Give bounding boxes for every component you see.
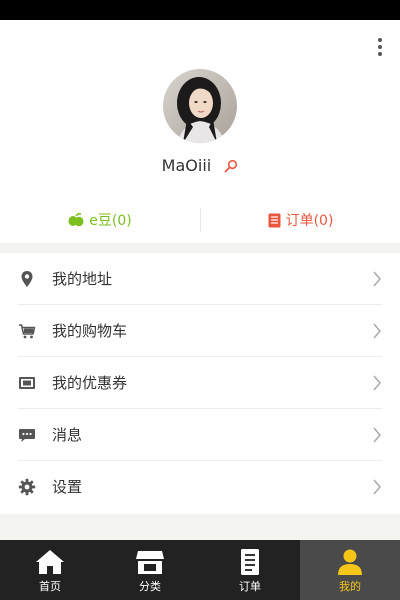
more-options-button[interactable] [372,36,388,58]
more-dot [378,52,382,56]
menu-item-label: 消息 [52,426,83,444]
tab-orders[interactable]: 订单 [200,540,300,600]
avatar[interactable] [163,69,237,143]
menu-item-cart[interactable]: 我的购物车 [0,305,400,357]
coupon-icon [19,377,35,389]
order-list-icon [268,213,281,227]
tab-label: 我的 [339,580,361,593]
username-row: MaOiii [0,154,400,178]
avatar-photo [163,69,237,143]
menu-item-label: 设置 [52,478,83,496]
home-icon [36,550,64,574]
tab-label: 订单 [239,580,261,593]
beans-button[interactable]: e豆(0) [0,204,200,236]
chevron-right-icon [373,375,381,391]
bottom-tab-bar: 首页 分类 订单 我的 [0,540,400,600]
location-pin-icon [21,271,33,287]
chevron-right-icon [373,479,381,495]
edit-search-icon[interactable] [224,159,238,173]
menu-item-coupons[interactable]: 我的优惠券 [0,357,400,409]
menu-item-settings[interactable]: 设置 [0,461,400,513]
cart-icon [19,324,36,339]
gear-icon [18,478,36,496]
tab-label: 分类 [139,580,161,593]
beans-label: e豆(0) [89,213,132,229]
orders-button[interactable]: 订单(0) [201,204,400,236]
tab-me[interactable]: 我的 [300,540,400,600]
chevron-right-icon [373,427,381,443]
menu-item-label: 我的优惠券 [52,374,128,392]
store-icon [136,551,164,574]
tab-home[interactable]: 首页 [0,540,100,600]
chevron-right-icon [373,323,381,339]
stats-row: e豆(0) 订单(0) [0,204,400,236]
document-icon [241,549,259,575]
menu-item-label: 我的购物车 [52,322,128,340]
more-dot [378,45,382,49]
bean-icon [68,213,84,227]
orders-label: 订单(0) [285,213,334,229]
status-bar [0,0,400,20]
menu-item-address[interactable]: 我的地址 [0,253,400,305]
message-icon [19,429,35,442]
more-dot [378,38,382,42]
tab-label: 首页 [39,580,61,593]
username: MaOiii [161,156,212,175]
chevron-right-icon [373,271,381,287]
menu-item-messages[interactable]: 消息 [0,409,400,461]
tab-category[interactable]: 分类 [100,540,200,600]
menu-item-label: 我的地址 [52,270,113,288]
menu-list: 我的地址 我的购物车 我的优惠券 消息 设置 [0,253,400,513]
bottom-spacer [0,514,400,540]
section-separator [0,243,400,253]
user-icon [338,549,362,575]
